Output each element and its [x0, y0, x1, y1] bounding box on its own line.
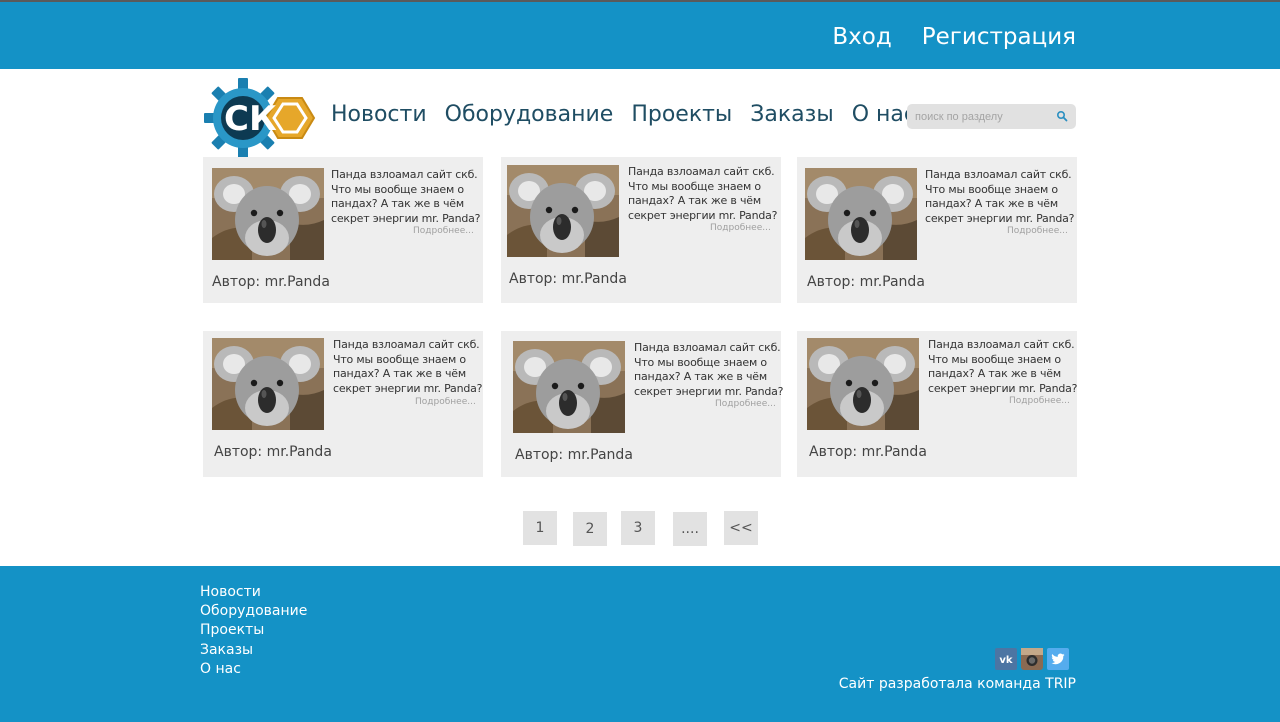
read-more-link[interactable]: Подробнее...	[710, 223, 771, 233]
page-button-1[interactable]: 1	[523, 511, 557, 545]
footer-link-about[interactable]: О нас	[200, 660, 307, 679]
main-nav: Новости Оборудование Проекты Заказы О на…	[331, 102, 916, 127]
read-more-link[interactable]: Подробнее...	[415, 397, 476, 407]
card-author: Автор: mr.Panda	[807, 274, 925, 290]
card-text: Панда взлоамал сайт скб. Что мы вообще з…	[928, 338, 1078, 395]
logo-letters: СК	[224, 99, 277, 139]
site-footer: Новости Оборудование Проекты Заказы О на…	[0, 566, 1280, 722]
koala-image[interactable]	[807, 338, 919, 430]
page-button-2[interactable]: 2	[573, 512, 607, 546]
site-logo[interactable]: СК	[204, 78, 318, 158]
nav-item-orders[interactable]: Заказы	[750, 102, 833, 127]
search-box	[907, 104, 1076, 129]
card-text: Панда взлоамал сайт скб. Что мы вообще з…	[925, 168, 1075, 225]
news-card: Панда взлоамал сайт скб. Что мы вообще з…	[797, 331, 1078, 477]
register-link[interactable]: Регистрация	[922, 24, 1076, 50]
nav-item-news[interactable]: Новости	[331, 102, 427, 127]
auth-links: Вход Регистрация	[832, 24, 1076, 50]
card-author: Автор: mr.Panda	[509, 271, 627, 287]
news-card: Панда взлоамал сайт скб. Что мы вообще з…	[501, 157, 781, 303]
instagram-icon[interactable]	[1021, 648, 1043, 670]
read-more-link[interactable]: Подробнее...	[715, 399, 776, 409]
news-card: Панда взлоамал сайт скб. Что мы вообще з…	[501, 331, 784, 477]
koala-image[interactable]	[513, 341, 625, 433]
vk-icon[interactable]: vk	[995, 648, 1017, 670]
news-card: Панда взлоамал сайт скб. Что мы вообще з…	[203, 157, 483, 303]
page-button-3[interactable]: 3	[621, 511, 655, 545]
nav-item-projects[interactable]: Проекты	[631, 102, 732, 127]
koala-image[interactable]	[212, 168, 324, 260]
card-author: Автор: mr.Panda	[214, 444, 332, 460]
developer-credit: Сайт разработала команда TRIP	[838, 676, 1076, 692]
card-text: Панда взлоамал сайт скб. Что мы вообще з…	[634, 341, 784, 398]
news-card: Панда взлоамал сайт скб. Что мы вообще з…	[203, 331, 483, 477]
vk-icon-text: vk	[999, 655, 1013, 666]
card-text: Панда взлоамал сайт скб. Что мы вообще з…	[331, 168, 481, 225]
footer-link-equipment[interactable]: Оборудование	[200, 602, 307, 621]
twitter-icon[interactable]	[1047, 648, 1069, 670]
read-more-link[interactable]: Подробнее...	[1009, 396, 1070, 406]
footer-link-news[interactable]: Новости	[200, 583, 307, 602]
nav-item-equipment[interactable]: Оборудование	[445, 102, 614, 127]
top-bar: Вход Регистрация	[0, 0, 1280, 69]
card-author: Автор: mr.Panda	[809, 444, 927, 460]
koala-image[interactable]	[805, 168, 917, 260]
page-ellipsis-button[interactable]: ....	[673, 512, 707, 546]
social-links: vk	[995, 648, 1069, 670]
search-icon[interactable]	[1056, 110, 1068, 122]
site-header: СК Новости Оборудование Проекты Заказы О…	[204, 78, 1078, 158]
login-link[interactable]: Вход	[832, 24, 891, 50]
card-author: Автор: mr.Panda	[515, 447, 633, 463]
news-card: Панда взлоамал сайт скб. Что мы вообще з…	[797, 157, 1077, 303]
read-more-link[interactable]: Подробнее...	[1007, 226, 1068, 236]
read-more-link[interactable]: Подробнее...	[413, 226, 474, 236]
card-text: Панда взлоамал сайт скб. Что мы вообще з…	[333, 338, 483, 395]
koala-image[interactable]	[507, 165, 619, 257]
koala-image[interactable]	[212, 338, 324, 430]
footer-link-projects[interactable]: Проекты	[200, 621, 307, 640]
search-input[interactable]	[915, 106, 1050, 127]
card-author: Автор: mr.Panda	[212, 274, 330, 290]
footer-link-orders[interactable]: Заказы	[200, 641, 307, 660]
card-text: Панда взлоамал сайт скб. Что мы вообще з…	[628, 165, 778, 222]
page-back-button[interactable]: <<	[724, 511, 758, 545]
footer-nav: Новости Оборудование Проекты Заказы О на…	[200, 583, 307, 679]
